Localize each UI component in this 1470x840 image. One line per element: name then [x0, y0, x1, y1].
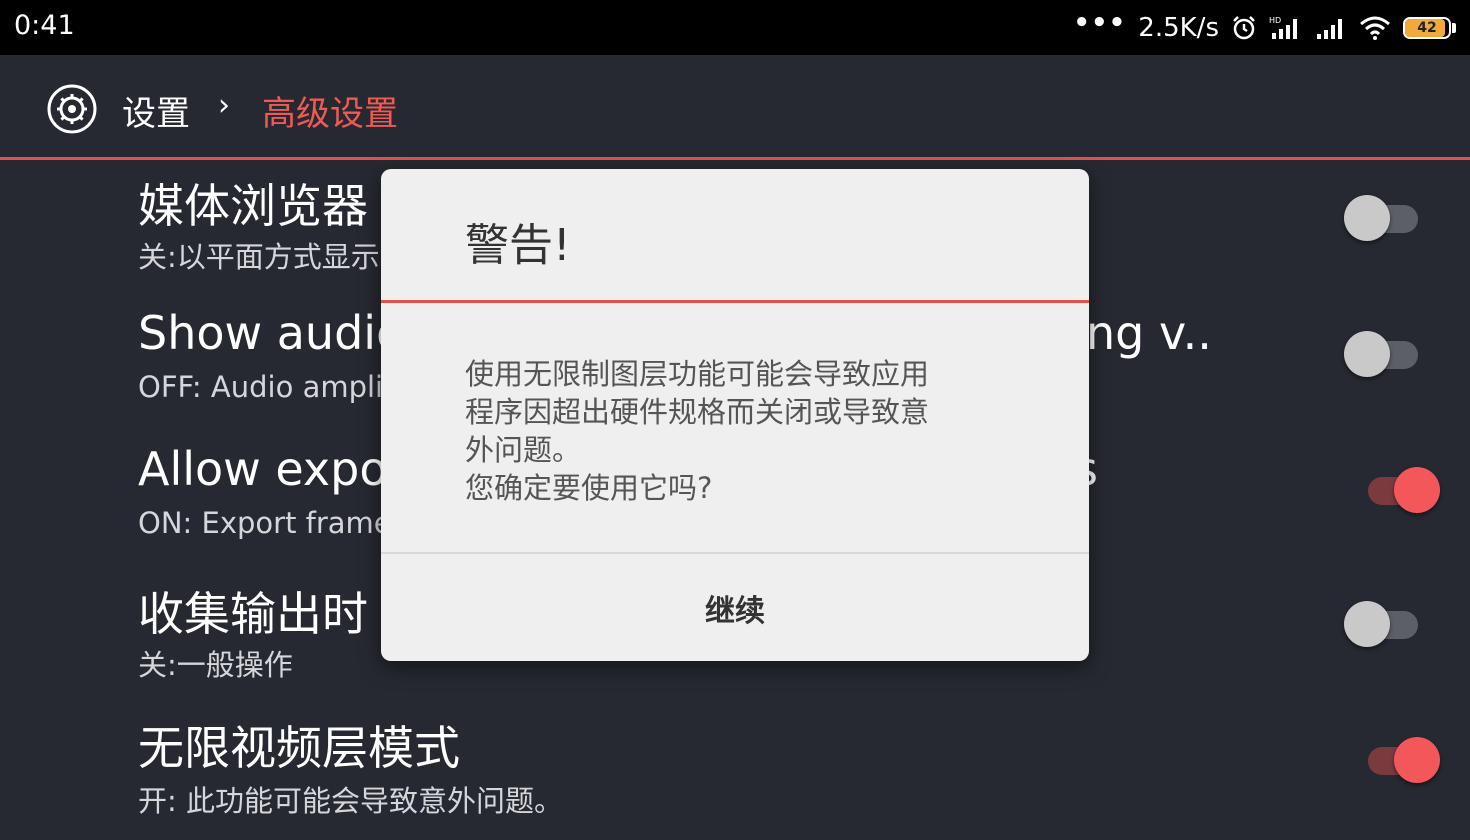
hd-signal-icon: HD	[1269, 16, 1297, 39]
battery-icon: 42	[1403, 17, 1456, 39]
toggle-switch[interactable]	[1360, 735, 1440, 785]
toggle-switch[interactable]	[1344, 329, 1424, 379]
network-speed: 2.5K/s	[1138, 13, 1219, 43]
settings-gear-icon[interactable]	[46, 83, 98, 135]
signal-icon	[1317, 19, 1342, 39]
setting-title: 媒体浏览器	[138, 179, 368, 233]
status-icons: ••• 2.5K/s HD 42	[1073, 8, 1456, 48]
setting-subtitle: OFF: Audio amplit	[138, 370, 395, 404]
dialog-message-line: 您确定要使用它吗?	[465, 471, 713, 505]
alarm-icon	[1233, 16, 1255, 40]
setting-title: Show audio	[138, 306, 405, 360]
status-bar: 0:41 ••• 2.5K/s HD 42	[0, 0, 1470, 55]
setting-subtitle: 开: 此功能可能会导致意外问题。	[138, 784, 563, 818]
setting-subtitle: 关:以平面方式显示	[138, 240, 380, 274]
dialog-message-line: 程序因超出硬件规格而关闭或导致意	[465, 395, 930, 429]
warning-dialog: 警告! 使用无限制图层功能可能会导致应用 程序因超出硬件规格而关闭或导致意 外问…	[381, 169, 1089, 661]
dialog-message: 使用无限制图层功能可能会导致应用 程序因超出硬件规格而关闭或导致意 外问题。 您…	[465, 355, 1005, 507]
toggle-switch[interactable]	[1344, 599, 1424, 649]
breadcrumb-advanced-settings: 高级设置	[262, 94, 398, 134]
status-time: 0:41	[14, 10, 75, 41]
setting-subtitle: 关:一般操作	[138, 648, 293, 682]
svg-text:HD: HD	[1269, 16, 1281, 25]
toggle-switch[interactable]	[1360, 465, 1440, 515]
setting-row-unlimited-video-layers[interactable]: 无限视频层模式 开: 此功能可能会导致意外问题。	[0, 704, 1470, 840]
setting-subtitle: ON: Export frame	[138, 506, 392, 540]
wifi-icon	[1360, 16, 1390, 40]
breadcrumb-settings[interactable]: 设置	[122, 86, 190, 135]
dialog-title: 警告!	[465, 220, 571, 271]
setting-title: 无限视频层模式	[138, 721, 460, 775]
dialog-title-divider	[381, 300, 1089, 303]
continue-button[interactable]: 继续	[381, 554, 1089, 661]
dialog-message-line: 外问题。	[465, 433, 582, 467]
dialog-message-line: 使用无限制图层功能可能会导致应用	[465, 357, 930, 391]
battery-level: 42	[1417, 20, 1437, 36]
setting-title: Allow expo	[138, 442, 388, 496]
chevron-right-icon: ›	[218, 88, 230, 123]
setting-title-overflow: ng v..	[1086, 306, 1212, 360]
toggle-switch[interactable]	[1344, 193, 1424, 243]
more-notifications-icon: •••	[1073, 8, 1127, 38]
setting-title: 收集输出时	[138, 587, 368, 641]
